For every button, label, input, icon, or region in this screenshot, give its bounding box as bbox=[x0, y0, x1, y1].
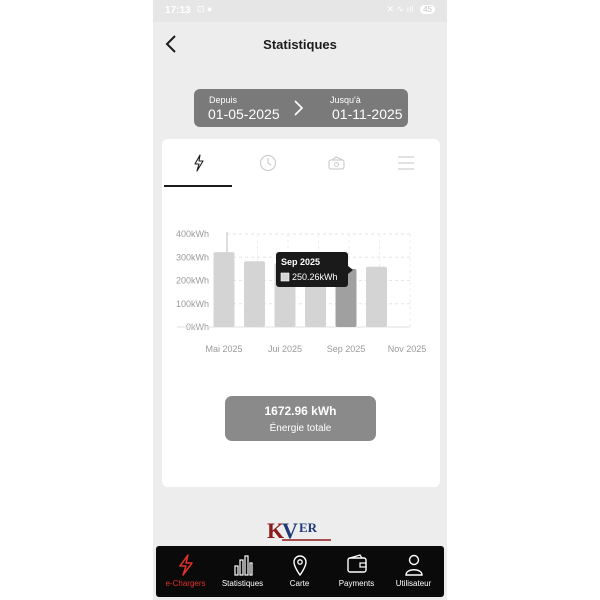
page-title: Statistiques bbox=[263, 37, 337, 52]
wallet-icon bbox=[346, 554, 367, 573]
total-energy-value: 1672.96 kWh bbox=[264, 404, 337, 418]
total-energy-label: Énergie totale bbox=[269, 423, 332, 434]
tab-list[interactable] bbox=[371, 139, 440, 187]
clock-icon bbox=[259, 154, 276, 172]
to-label: Jusqu'à bbox=[330, 95, 361, 105]
x-tick-label: Nov 2025 bbox=[388, 344, 427, 354]
energy-bar-chart: 400kWh300kWh200kWh100kWh0kWhMai 2025 Jui … bbox=[176, 229, 427, 354]
bar bbox=[244, 261, 265, 327]
from-label: Depuis bbox=[209, 95, 238, 105]
status-notification-icons: ⊡ ● bbox=[197, 4, 213, 14]
bar bbox=[213, 252, 235, 327]
tab-energy[interactable] bbox=[164, 139, 233, 187]
total-energy-box: 1672.96 kWh Énergie totale bbox=[225, 396, 376, 441]
y-tick-label: 300kWh bbox=[176, 252, 209, 262]
map-pin-icon bbox=[292, 555, 307, 576]
x-tick-label: Jui 2025 bbox=[268, 344, 302, 354]
nav-label-carte: Carte bbox=[289, 579, 310, 588]
from-date[interactable]: 01-05-2025 bbox=[208, 106, 280, 122]
chevron-right-icon bbox=[294, 100, 304, 116]
y-tick-label: 400kWh bbox=[176, 229, 209, 239]
nav-label-payments: Payments bbox=[338, 579, 375, 588]
nav-label-statistiques: Statistiques bbox=[221, 579, 264, 588]
app-screen: 17:13 ⊡ ● ✕ ∿ ııl 45 Statistiques Depuis… bbox=[153, 0, 447, 600]
status-time: 17:13 bbox=[165, 5, 191, 16]
svg-text:ER: ER bbox=[299, 520, 318, 535]
date-range-selector[interactable]: Depuis 01-05-2025 Jusqu'à 01-11-2025 bbox=[194, 89, 408, 127]
tab-duration[interactable] bbox=[233, 139, 302, 187]
status-system-icons: ✕ ∿ ııl 45 bbox=[386, 4, 435, 15]
y-tick-label: 100kWh bbox=[176, 299, 209, 309]
active-tab-indicator bbox=[164, 185, 232, 187]
nav-carte[interactable]: Carte bbox=[271, 546, 328, 597]
statistics-card: 400kWh 300kWh 200kWh 100kWh 0kWh Mai 2025 Jui … bbox=[162, 139, 440, 487]
tooltip-value: 250.26kWh bbox=[292, 272, 338, 282]
x-tick-label: Sep 2025 bbox=[327, 344, 366, 354]
tooltip-swatch bbox=[280, 272, 290, 282]
tab-cost[interactable] bbox=[302, 139, 371, 187]
bottom-navigation: e-Chargers Statistiques Carte Payments U… bbox=[156, 546, 444, 597]
battery-icon: 45 bbox=[420, 5, 435, 14]
bar-chart-icon bbox=[233, 555, 253, 576]
nav-label-e-chargers: e-Chargers bbox=[165, 579, 206, 588]
kver-logo: K V ER bbox=[267, 518, 331, 543]
tooltip-title: Sep 2025 bbox=[281, 257, 320, 267]
status-bar: 17:13 ⊡ ● ✕ ∿ ııl 45 bbox=[153, 0, 447, 22]
nav-label-utilisateur: Utilisateur bbox=[395, 579, 432, 588]
charger-icon bbox=[178, 554, 193, 576]
header: Statistiques bbox=[153, 24, 447, 64]
stat-tabs bbox=[162, 139, 440, 187]
svg-text:V: V bbox=[282, 518, 298, 543]
lightning-icon bbox=[193, 154, 204, 172]
nav-e-chargers[interactable]: e-Chargers bbox=[157, 546, 214, 597]
nav-statistiques[interactable]: Statistiques bbox=[214, 546, 271, 597]
y-tick-label: 200kWh bbox=[176, 276, 209, 286]
to-date[interactable]: 01-11-2025 bbox=[332, 106, 403, 122]
menu-icon bbox=[397, 156, 414, 170]
x-tick-label: Mai 2025 bbox=[205, 344, 242, 354]
nav-payments[interactable]: Payments bbox=[328, 546, 385, 597]
user-icon bbox=[404, 554, 423, 576]
money-icon bbox=[327, 156, 345, 170]
bar bbox=[366, 266, 387, 327]
nav-utilisateur[interactable]: Utilisateur bbox=[385, 546, 442, 597]
signal-icons: ✕ ∿ ııl bbox=[386, 4, 414, 14]
